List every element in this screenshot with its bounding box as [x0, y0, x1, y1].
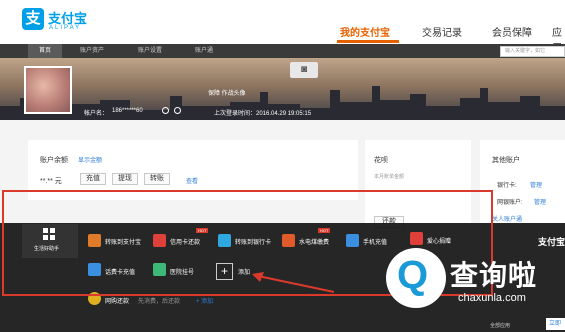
account-label: 帐户名：	[84, 111, 109, 117]
account-link[interactable]: 关人账户通	[492, 214, 522, 223]
shield-icon[interactable]	[174, 107, 181, 114]
huabei-title: 花呗	[374, 157, 388, 164]
bank-card-label: 银行卡:	[497, 183, 517, 189]
show-amount-link[interactable]: 显示金额	[78, 155, 102, 164]
right-brand: 支付宝	[538, 237, 565, 247]
huabei-subtitle: 本月账单金额	[374, 174, 405, 180]
watermark-url: chaxunla.com	[458, 292, 526, 304]
other-accounts-title: 其他账户	[492, 157, 520, 164]
service-online-repay[interactable]: 网购还款	[105, 296, 129, 305]
watermark-text: 查询啦	[450, 260, 538, 291]
loan-note: 先消费，后还款	[138, 299, 181, 305]
nav-my-alipay[interactable]: 我的支付宝	[340, 24, 390, 39]
ebank-manage-link[interactable]: 管理	[534, 197, 546, 206]
watermark-q: Q	[397, 253, 429, 297]
recharge-button[interactable]: 充值	[80, 173, 106, 185]
nav-member-protection[interactable]: 会员保障	[492, 24, 532, 39]
withdraw-button[interactable]: 提现	[112, 173, 138, 185]
ebank-label: 网银账户:	[497, 200, 523, 206]
nav-active-indicator	[337, 40, 399, 43]
security-text[interactable]: 保障 作战头像	[208, 88, 246, 97]
logo-subtext: ALIPAY	[49, 25, 82, 31]
bank-card-manage-link[interactable]: 管理	[530, 180, 542, 189]
subtab-settings[interactable]: 账户设置	[130, 44, 170, 58]
subtab-assets[interactable]: 账户资产	[72, 44, 112, 58]
immediate-button[interactable]: 立即	[546, 318, 565, 330]
search-input[interactable]: 输入关键字，如它	[500, 46, 565, 57]
user-avatar[interactable]	[24, 66, 72, 114]
user-icon[interactable]	[162, 107, 169, 114]
subtab-account-link[interactable]: 账户通	[186, 44, 222, 58]
nav-transactions[interactable]: 交易记录	[422, 24, 462, 39]
last-login: 上次登录时间：2016.04.29 19:05:15	[214, 111, 312, 117]
balance-amount: **.** 元	[40, 178, 62, 185]
transfer-button[interactable]: 转账	[144, 173, 170, 185]
view-link[interactable]: 查看	[186, 176, 198, 185]
camera-icon[interactable]: ◙	[290, 62, 318, 78]
account-value: 186******60	[112, 108, 143, 114]
subtab-home[interactable]: 首页	[28, 44, 62, 58]
all-apps-link[interactable]: 全部应用	[490, 322, 510, 329]
loan-add-link[interactable]: + 添加	[196, 296, 213, 305]
alipay-logo-icon[interactable]: 支	[22, 8, 44, 30]
balance-title: 账户余额	[40, 157, 68, 164]
